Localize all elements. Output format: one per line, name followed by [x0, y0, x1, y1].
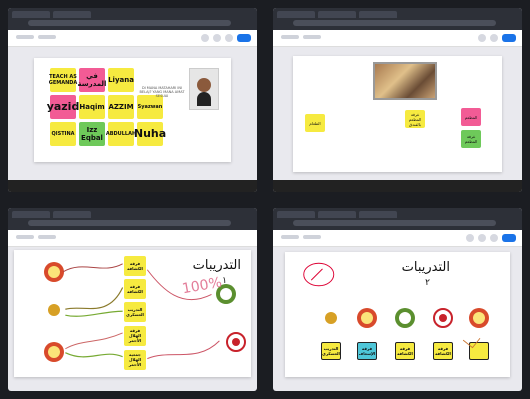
sticky-note[interactable]: غرفة المطعم [461, 130, 481, 148]
address-bar[interactable] [28, 219, 231, 226]
monitor-photo-3: التدريبات ١ فرقة الكشافة فرقة الكشافة ال… [0, 199, 265, 399]
red-crescent-icon [226, 331, 246, 352]
menu-item[interactable] [281, 234, 299, 239]
browser-chrome [273, 207, 522, 230]
green-emblem-icon [395, 307, 415, 328]
photo-collage: TEACH AS GEMANDA في المدرسة Liyana yazid Haq… [0, 0, 530, 399]
slide-heading: التدريبات [192, 257, 241, 273]
address-bar[interactable] [293, 20, 496, 26]
share-button[interactable] [502, 233, 516, 242]
sticky-note[interactable]: Haqim [79, 95, 105, 119]
red-emblem-icon [44, 261, 64, 282]
sticky-note[interactable]: فرقة الكشافة [395, 341, 415, 360]
sticky-note[interactable]: فرقة الكشافة [124, 278, 146, 299]
avatar[interactable] [490, 34, 498, 42]
monitor-photo-2: الطعام غرفة المطعم بالفندق المطعم غرفة ا… [265, 0, 530, 200]
menu-item[interactable] [38, 234, 56, 239]
slides-toolbar [273, 30, 522, 47]
teacher-photo [189, 68, 219, 110]
browser-tab[interactable] [359, 210, 397, 218]
browser-tab[interactable] [277, 11, 315, 18]
crest-emblem-icon [44, 341, 64, 362]
avatar[interactable] [490, 233, 498, 242]
browser-window: التدريبات ١ فرقة الكشافة فرقة الكشافة ال… [8, 207, 257, 391]
sticky-note[interactable]: TEACH AS GEMANDA [49, 68, 77, 92]
slide-caption: DI MANA MATAHARI INI BELAJ? YANG MANA AM… [139, 86, 185, 98]
browser-chrome [8, 8, 257, 30]
sticky-note[interactable]: AZZIM [108, 95, 134, 119]
menu-item[interactable] [303, 35, 321, 39]
menu-item[interactable] [38, 35, 56, 39]
crest-emblem-icon [469, 307, 489, 328]
sticky-note[interactable]: فرقة الهلال الأحمر [124, 325, 146, 346]
monitor-photo-1: TEACH AS GEMANDA في المدرسة Liyana yazid Haq… [0, 0, 265, 200]
browser-tab[interactable] [12, 11, 50, 18]
sticky-note[interactable]: Liyana [108, 68, 134, 92]
slides-toolbar [273, 229, 522, 247]
browser-tab[interactable] [53, 11, 91, 18]
sticky-note[interactable]: المطعم [461, 108, 481, 126]
sticky-note[interactable] [469, 341, 489, 360]
slide-canvas[interactable]: الطعام غرفة المطعم بالفندق المطعم غرفة ا… [293, 56, 502, 172]
monitor-bezel [8, 179, 257, 192]
sticky-note[interactable]: غرفة المطعم بالفندق [405, 110, 425, 128]
browser-chrome [8, 207, 257, 230]
browser-tab[interactable] [318, 11, 356, 18]
monitor-photo-4: التدريبات ٢ التدريب العسكري فرقة الإسعاف… [265, 199, 530, 399]
avatar[interactable] [213, 34, 221, 42]
sticky-note[interactable]: ABDULLAH [106, 122, 136, 146]
browser-tab[interactable] [12, 210, 50, 218]
avatar[interactable] [478, 34, 486, 42]
menu-item[interactable] [16, 234, 34, 239]
menu-item[interactable] [16, 35, 34, 39]
sticky-note[interactable]: QISTINA [50, 122, 76, 146]
sticky-note[interactable]: فرقة الكشافة [124, 255, 146, 276]
browser-window: TEACH AS GEMANDA في المدرسة Liyana yazid Haq… [8, 8, 257, 192]
sticky-note[interactable]: Izz Eqbal [79, 122, 105, 146]
red-crescent-icon [433, 307, 453, 328]
browser-window: التدريبات ٢ التدريب العسكري فرقة الإسعاف… [273, 207, 522, 391]
sticky-note[interactable]: فرقة الإسعاف [357, 341, 377, 360]
browser-chrome [273, 8, 522, 30]
scout-emblem-icon [321, 307, 341, 328]
scout-emblem-icon [44, 299, 64, 320]
slide-canvas[interactable]: TEACH AS GEMANDA في المدرسة Liyana yazid Haq… [34, 58, 231, 162]
sticky-note[interactable]: التدريب العسكري [124, 301, 146, 322]
slide-number: ٢ [425, 277, 430, 288]
address-bar[interactable] [293, 219, 496, 226]
browser-tab[interactable] [359, 11, 397, 18]
red-emblem-icon [357, 307, 377, 328]
browser-tab[interactable] [53, 210, 91, 218]
restaurant-photo [373, 62, 437, 100]
sticky-note[interactable]: جمعية الهلال الأحمر [124, 349, 146, 370]
slides-toolbar [8, 229, 257, 247]
address-bar[interactable] [28, 20, 231, 26]
slides-toolbar [8, 30, 257, 47]
share-button[interactable] [237, 34, 251, 42]
monitor-bezel [273, 179, 522, 192]
menu-item[interactable] [281, 35, 299, 39]
avatar[interactable] [225, 34, 233, 42]
slide-canvas[interactable]: التدريبات ٢ التدريب العسكري فرقة الإسعاف… [285, 251, 510, 377]
sticky-note[interactable]: Syazwan [137, 95, 163, 119]
sticky-note[interactable]: Nuha [134, 122, 166, 146]
browser-tab[interactable] [277, 210, 315, 218]
browser-tab[interactable] [318, 210, 356, 218]
avatar[interactable] [201, 34, 209, 42]
avatar[interactable] [466, 233, 474, 242]
menu-item[interactable] [303, 234, 321, 239]
slide-canvas[interactable]: التدريبات ١ فرقة الكشافة فرقة الكشافة ال… [14, 249, 251, 377]
share-button[interactable] [502, 34, 516, 42]
sticky-note[interactable]: التدريب العسكري [321, 341, 341, 360]
browser-window: الطعام غرفة المطعم بالفندق المطعم غرفة ا… [273, 8, 522, 192]
sticky-note[interactable]: yazid [47, 95, 79, 119]
avatar[interactable] [478, 233, 486, 242]
sticky-note[interactable]: الطعام [305, 114, 325, 132]
sticky-grid: TEACH AS GEMANDA في المدرسة Liyana yazid Haq… [47, 68, 166, 146]
sticky-note[interactable]: في المدرسة [78, 68, 106, 92]
slide-heading: التدريبات [401, 259, 450, 275]
sticky-note[interactable]: فرقة الكشافة [433, 341, 453, 360]
